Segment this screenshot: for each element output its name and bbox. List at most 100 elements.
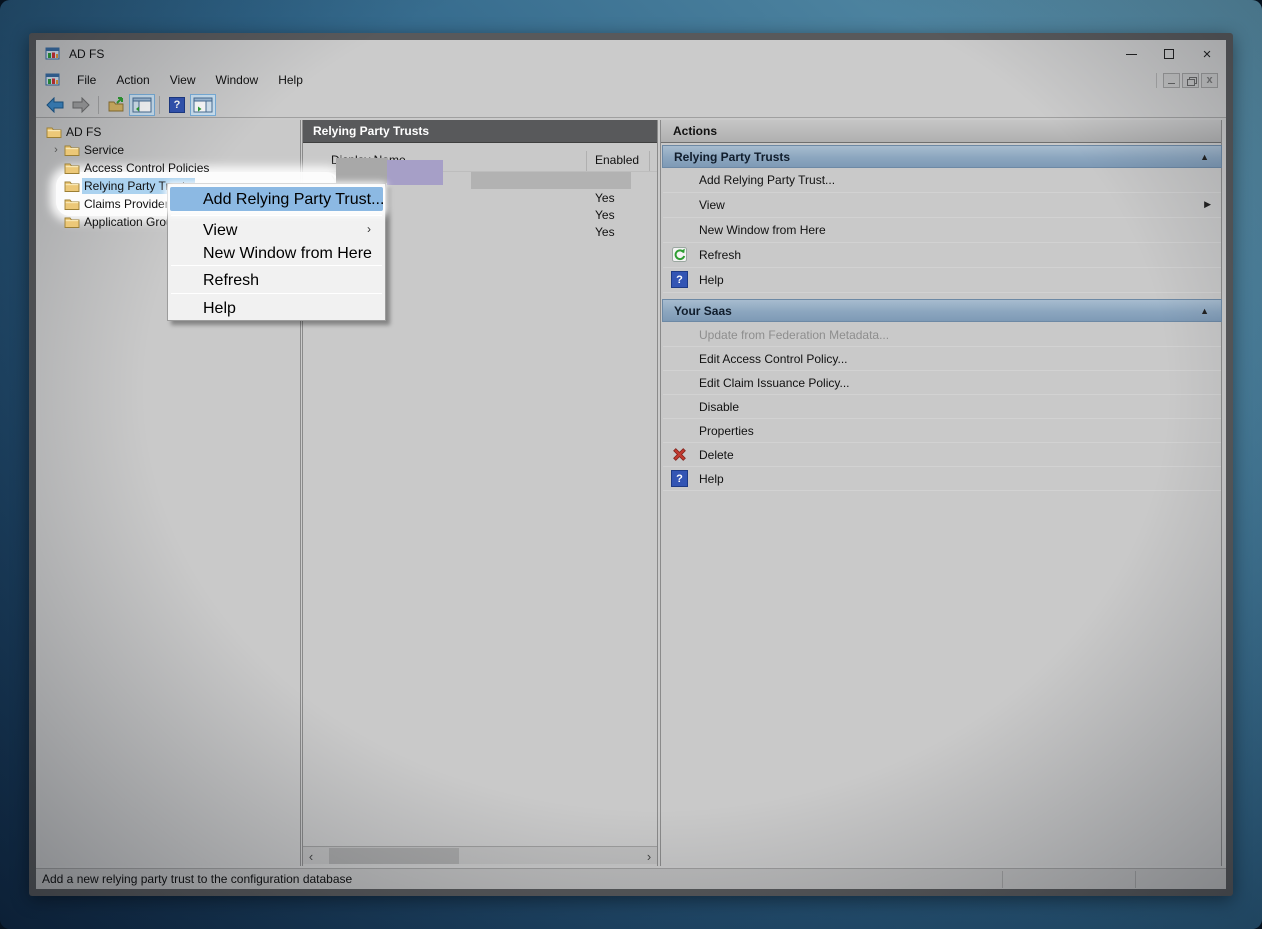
mdi-close-button[interactable]: x [1201,73,1218,88]
collapse-icon[interactable]: ▲ [1200,306,1209,316]
minimize-button[interactable] [1112,40,1150,68]
section-your-saas[interactable]: Your Saas ▲ [662,299,1222,322]
tree-item-service[interactable]: › Service [40,141,300,159]
folder-icon [46,125,62,140]
action-help[interactable]: ? Help [663,467,1221,491]
row-enabled-value: Yes [595,208,615,222]
expand-chevron-icon[interactable]: › [48,144,64,156]
close-icon: × [1203,47,1212,62]
column-divider [586,151,587,171]
statusbar: Add a new relying party trust to the con… [36,868,1226,889]
toolbar: ? [36,92,1226,118]
redaction-box-gray [336,158,388,183]
menu-action[interactable]: Action [106,70,159,90]
tree-item-access-control-policies[interactable]: Access Control Policies [40,159,300,177]
action-new-window-from-here[interactable]: New Window from Here [663,218,1221,243]
refresh-icon [671,246,688,263]
menubar: File Action View Window Help x [36,68,1226,92]
tree-item-adfs[interactable]: AD FS [40,123,300,141]
status-text: Add a new relying party trust to the con… [42,872,352,886]
statusbar-divider [1002,871,1003,888]
folder-icon [64,161,80,176]
maximize-icon [1164,49,1174,59]
menu-help[interactable]: Help [268,70,313,90]
toolbar-separator [98,96,99,114]
action-add-relying-party-trust[interactable]: Add Relying Party Trust... [663,168,1221,193]
menu-view[interactable]: View [160,70,206,90]
toolbar-help-button[interactable]: ? [164,94,190,116]
folder-icon [64,215,80,230]
scrollbar-thumb[interactable] [329,848,459,864]
tree-item-label: Service [84,143,124,157]
show-action-pane-icon [193,97,213,113]
context-view[interactable]: View › [170,218,383,241]
folder-icon [64,143,80,158]
row-enabled-value: Yes [595,225,615,239]
toolbar-separator [159,96,160,114]
context-new-window-from-here[interactable]: New Window from Here [170,241,383,264]
help-icon: ? [671,271,688,288]
menu-separator [171,215,382,216]
context-add-relying-party-trust[interactable]: Add Relying Party Trust... [170,187,383,211]
forward-icon [71,97,91,113]
folder-icon [64,179,80,194]
forward-button[interactable] [68,94,94,116]
action-refresh[interactable]: Refresh [663,243,1221,268]
menu-separator [171,265,382,266]
mdi-minimize-icon [1168,83,1175,84]
help-icon: ? [671,470,688,487]
column-divider [649,151,650,171]
folder-icon [64,197,80,212]
results-panel-title: Relying Party Trusts [303,120,657,143]
actions-title-text: Actions [673,124,717,138]
export-list-button[interactable] [103,94,129,116]
show-console-tree-icon [132,97,152,113]
redaction-box-purple [387,160,443,185]
column-enabled[interactable]: Enabled [595,153,639,167]
action-edit-access-control-policy[interactable]: Edit Access Control Policy... [663,347,1221,371]
desktop-background: AD FS × File Action View Window Help x [0,0,1262,929]
mdi-minimize-button[interactable] [1163,73,1180,88]
console-icon [45,72,61,88]
action-disable[interactable]: Disable [663,395,1221,419]
action-delete[interactable]: Delete [663,443,1221,467]
context-refresh[interactable]: Refresh [170,268,383,291]
tree-item-label: Access Control Policies [84,161,209,175]
show-console-tree-button[interactable] [129,94,155,116]
action-edit-claim-issuance-policy[interactable]: Edit Claim Issuance Policy... [663,371,1221,395]
app-icon [45,46,61,62]
actions-panel: Actions Relying Party Trusts ▲ Add Relyi… [660,120,1222,866]
context-help[interactable]: Help [170,296,383,319]
maximize-button[interactable] [1150,40,1188,68]
row-enabled-value: Yes [595,191,615,205]
section-title: Your Saas [674,304,732,318]
menu-window[interactable]: Window [206,70,269,90]
menu-separator [171,293,382,294]
collapse-icon[interactable]: ▲ [1200,152,1209,162]
action-properties[interactable]: Properties [663,419,1221,443]
tree-item-label: AD FS [66,125,101,139]
section-relying-party-trusts[interactable]: Relying Party Trusts ▲ [662,145,1222,168]
context-menu: Add Relying Party Trust... View › New Wi… [167,183,386,321]
adfs-window: AD FS × File Action View Window Help x [36,40,1226,889]
menu-file[interactable]: File [67,70,106,90]
section-title: Relying Party Trusts [674,150,790,164]
action-view[interactable]: View ▶ [663,193,1221,218]
scroll-right-icon[interactable]: › [641,847,657,865]
action-help[interactable]: ? Help [663,268,1221,293]
action-update-from-federation-metadata: Update from Federation Metadata... [663,323,1221,347]
minimize-icon [1126,54,1137,55]
redaction-strip [471,172,631,189]
mdi-restore-button[interactable] [1182,73,1199,88]
statusbar-divider [1135,871,1136,888]
horizontal-scrollbar[interactable]: ‹ › [303,846,657,864]
close-button[interactable]: × [1188,40,1226,68]
submenu-arrow-icon: ▶ [1204,199,1211,210]
mdi-close-icon: x [1206,75,1212,86]
back-icon [45,97,65,113]
back-button[interactable] [42,94,68,116]
scroll-left-icon[interactable]: ‹ [303,847,319,865]
show-action-pane-button[interactable] [190,94,216,116]
window-title: AD FS [69,47,104,61]
results-panel-title-text: Relying Party Trusts [313,124,429,138]
